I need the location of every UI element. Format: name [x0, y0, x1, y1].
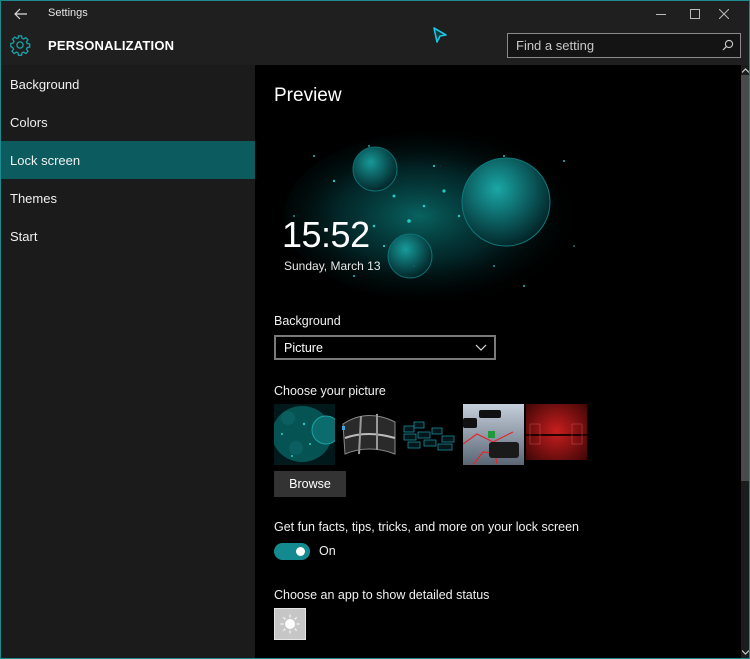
sidebar: Background Colors Lock screen Themes Sta…: [1, 65, 255, 658]
scrollbar-thumb[interactable]: [741, 75, 749, 481]
sidebar-item-background[interactable]: Background: [1, 65, 255, 103]
lock-screen-preview: 15:52 Sunday, March 13: [274, 126, 589, 303]
preview-heading: Preview: [274, 85, 342, 106]
close-button[interactable]: [704, 3, 744, 25]
detailed-status-app-button[interactable]: [274, 608, 306, 640]
scroll-down-arrow-icon: [742, 649, 749, 655]
back-button[interactable]: [7, 4, 35, 24]
picture-thumbnail-cyan-planets[interactable]: [274, 404, 335, 465]
search-input[interactable]: [508, 34, 718, 57]
choose-picture-label: Choose your picture: [274, 384, 386, 398]
red-abstract-image: [526, 404, 587, 465]
background-dropdown[interactable]: Picture: [274, 335, 496, 360]
sidebar-item-colors[interactable]: Colors: [1, 103, 255, 141]
settings-window: Settings PERSONALIZATION Background Colo…: [0, 0, 750, 659]
content-pane: Preview 15:52 Sunday, March 13 Backgroun…: [255, 65, 741, 658]
picture-thumbnail-windows-10-blocks[interactable]: [463, 404, 524, 465]
browse-button[interactable]: Browse: [274, 471, 346, 497]
sidebar-item-label: Colors: [10, 114, 48, 130]
app-title: Settings: [48, 7, 88, 19]
picture-thumbnail-red-abstract[interactable]: [526, 404, 587, 465]
picture-thumbnails: [274, 404, 587, 466]
mouse-cursor-icon: [433, 27, 447, 43]
vertical-scrollbar[interactable]: [741, 65, 749, 658]
section-title: PERSONALIZATION: [48, 38, 175, 53]
sidebar-item-label: Start: [10, 228, 38, 244]
title-bar: Settings: [1, 1, 749, 27]
close-icon: [719, 9, 729, 19]
fun-facts-label: Get fun facts, tips, tricks, and more on…: [274, 520, 579, 534]
fun-facts-toggle[interactable]: [274, 543, 310, 560]
gear-icon: [10, 35, 31, 56]
background-label: Background: [274, 314, 341, 328]
back-arrow-icon: [14, 8, 27, 20]
scroll-down-button[interactable]: [741, 647, 749, 657]
cyan-planets-image: [274, 404, 335, 465]
detailed-status-label: Choose an app to show detailed status: [274, 588, 490, 602]
picture-thumbnail-cyan-blocks[interactable]: [400, 404, 461, 465]
search-icon[interactable]: [722, 39, 734, 51]
sidebar-item-start[interactable]: Start: [1, 217, 255, 255]
black-windows-flag-image: [337, 404, 398, 465]
sidebar-item-themes[interactable]: Themes: [1, 179, 255, 217]
preview-date: Sunday, March 13: [284, 259, 381, 273]
fun-facts-toggle-state: On: [319, 544, 336, 558]
chevron-down-icon: [475, 344, 487, 351]
minimize-icon: [656, 14, 666, 15]
preview-time: 15:52: [282, 214, 370, 255]
background-dropdown-value: Picture: [284, 340, 323, 355]
weather-sun-icon: [280, 614, 300, 634]
sidebar-item-label: Background: [10, 76, 80, 92]
scroll-up-arrow-icon: [742, 67, 749, 73]
sidebar-item-label: Themes: [10, 190, 57, 206]
maximize-icon: [690, 9, 700, 19]
scroll-up-button[interactable]: [741, 65, 749, 75]
search-box[interactable]: [507, 33, 741, 58]
picture-thumbnail-black-windows-flag[interactable]: [337, 404, 398, 465]
toggle-knob: [296, 547, 305, 556]
header: PERSONALIZATION: [1, 27, 749, 65]
sidebar-item-lock-screen[interactable]: Lock screen: [1, 141, 255, 179]
windows-10-blocks-image: [463, 404, 524, 465]
cyan-blocks-image: [400, 404, 461, 465]
sidebar-item-label: Lock screen: [10, 152, 81, 168]
